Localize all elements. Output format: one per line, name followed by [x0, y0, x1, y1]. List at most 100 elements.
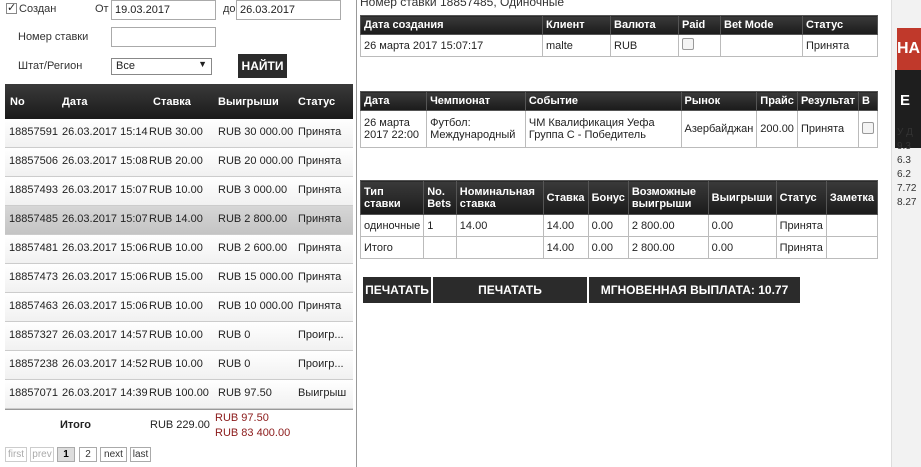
table-row[interactable]: 18857071 26.03.2017 14:39 RUB 100.00 RUB…	[5, 380, 353, 409]
row-status: Принята	[298, 126, 342, 138]
created-value: 26 марта 2017 15:07:17	[360, 34, 543, 57]
stake-wins: 0.00	[707, 214, 777, 237]
row-win: RUB 0	[218, 358, 251, 370]
table-row[interactable]: 18857493 26.03.2017 15:07 RUB 10.00 RUB …	[5, 177, 353, 206]
col-market: Рынок	[680, 91, 758, 111]
stake-nominal: 14.00	[455, 214, 544, 237]
row-stake: RUB 10.00	[149, 184, 203, 196]
stake-note	[825, 214, 879, 237]
print-button[interactable]: ПЕЧАТАТЬ	[363, 277, 431, 303]
chevron-down-icon: ▼	[198, 59, 207, 69]
page-prev-button[interactable]: prev	[30, 447, 54, 462]
col-currency: Валюта	[610, 15, 679, 35]
row-stake: RUB 100.00	[149, 387, 209, 399]
created-checkbox[interactable]	[6, 1, 17, 14]
row-win: RUB 2 800.00	[218, 213, 288, 225]
instant-payout-button[interactable]: МГНОВЕННАЯ ВЫПЛАТА: 10.77 RUB	[589, 277, 800, 323]
col-bonus: Бонус	[587, 180, 629, 215]
table-row[interactable]: 18857327 26.03.2017 14:57 RUB 10.00 RUB …	[5, 322, 353, 351]
date-from-input[interactable]	[111, 0, 216, 20]
page-last-button[interactable]: last	[130, 447, 151, 462]
bet-number-input[interactable]	[111, 27, 216, 47]
table-row[interactable]: 18857591 26.03.2017 15:14 RUB 30.00 RUB …	[5, 119, 353, 148]
row-no: 18857071	[9, 387, 58, 399]
row-status: Выигрыш	[298, 387, 347, 399]
table-row-selected[interactable]: 18857485 26.03.2017 15:07 RUB 14.00 RUB …	[5, 206, 353, 235]
row-win: RUB 10 000.00	[218, 300, 294, 312]
col-note: Заметка	[825, 180, 879, 215]
paid-checkbox[interactable]	[682, 38, 694, 50]
stake-bonus: 0.00	[587, 214, 629, 237]
page-first-button[interactable]: first	[5, 447, 27, 462]
row-stake: RUB 30.00	[149, 126, 203, 138]
row-win: RUB 20 000.00	[218, 155, 294, 167]
col-date: Дата	[359, 91, 428, 111]
table-row[interactable]: 18857463 26.03.2017 15:06 RUB 10.00 RUB …	[5, 293, 353, 322]
col-event: Событие	[524, 91, 682, 111]
row-date: 26.03.2017 15:06	[62, 271, 148, 283]
status-link[interactable]: Принята	[802, 34, 878, 57]
stake-bonus: 0.00	[587, 236, 629, 259]
col-nominal: Номинальная ставка	[455, 180, 544, 215]
table-row: Итого 14.00 0.00 2 800.00 0.00 Принята	[359, 236, 879, 259]
row-status: Проигр...	[298, 358, 344, 370]
event-date: 26 марта 2017 22:00	[359, 110, 428, 148]
table-row[interactable]: 18857506 26.03.2017 15:08 RUB 20.00 RUB …	[5, 148, 353, 177]
row-stake: RUB 10.00	[149, 300, 203, 312]
table-row[interactable]: 18857238 26.03.2017 14:52 RUB 10.00 RUB …	[5, 351, 353, 380]
v-cell	[858, 110, 878, 148]
stake-possible: 2 800.00	[627, 236, 709, 259]
background-number: 6.3	[897, 155, 911, 166]
event-table: Дата Чемпионат Событие Рынок Прайс Резул…	[359, 91, 878, 148]
row-win: RUB 15 000.00	[218, 271, 294, 283]
row-no: 18857485	[9, 213, 58, 225]
row-no: 18857591	[9, 126, 58, 138]
from-label: От	[95, 3, 109, 15]
col-no: No	[10, 96, 25, 108]
col-championship: Чемпионат	[426, 91, 526, 111]
table-row[interactable]: 18857481 26.03.2017 15:06 RUB 10.00 RUB …	[5, 235, 353, 264]
paid-cell	[678, 34, 721, 57]
bet-number-label: Номер ставки	[18, 31, 89, 43]
event-result-link[interactable]: Принята	[796, 110, 860, 148]
col-status: Статус	[298, 96, 336, 108]
col-no-bets: No. Bets	[423, 180, 457, 215]
print-combo-button[interactable]: ПЕЧАТАТЬ КОМБИНАЦИИ	[433, 277, 587, 323]
row-date: 26.03.2017 15:06	[62, 300, 148, 312]
row-no: 18857463	[9, 300, 58, 312]
row-no: 18857506	[9, 155, 58, 167]
event-price: 200.00	[756, 110, 798, 148]
find-button[interactable]: НАЙТИ	[238, 54, 287, 78]
row-stake: RUB 10.00	[149, 358, 203, 370]
stake-status-link[interactable]: Принята	[775, 214, 827, 237]
page-2-button[interactable]: 2	[79, 447, 97, 462]
bets-table-header: No Дата Ставка Выигрыши Статус	[5, 84, 353, 119]
table-row[interactable]: 18857473 26.03.2017 15:06 RUB 15.00 RUB …	[5, 264, 353, 293]
stake-status-link[interactable]: Принята	[775, 236, 827, 259]
date-to-input[interactable]	[236, 0, 341, 20]
stake-type: Итого	[359, 236, 425, 259]
col-stake: Ставка	[153, 96, 191, 108]
row-status: Принята	[298, 300, 342, 312]
row-status: Принята	[298, 184, 342, 196]
row-date: 26.03.2017 14:39	[62, 387, 148, 399]
currency-value: RUB	[610, 34, 679, 57]
col-status: Статус	[802, 15, 878, 35]
row-win: RUB 0	[218, 329, 251, 341]
background-number: 9.3	[897, 141, 911, 152]
total-label: Итого	[60, 419, 92, 431]
background-letter: Е	[900, 92, 911, 109]
v-checkbox[interactable]	[862, 121, 874, 134]
page-1-button[interactable]: 1	[57, 447, 75, 462]
col-price: Прайс	[756, 91, 798, 111]
row-date: 26.03.2017 14:52	[62, 358, 148, 370]
page-next-button[interactable]: next	[100, 447, 127, 462]
stake-table: Тип ставки No. Bets Номинальная ставка С…	[359, 180, 879, 259]
detail-title: Номер ставки 18857485, Одиночные	[360, 0, 565, 9]
stake-bets: 1	[423, 214, 457, 237]
row-status: Принята	[298, 242, 342, 254]
col-possible: Возможные выигрыши	[627, 180, 709, 215]
row-no: 18857327	[9, 329, 58, 341]
row-date: 26.03.2017 14:57	[62, 329, 148, 341]
region-select[interactable]: Все ▼	[111, 58, 212, 75]
